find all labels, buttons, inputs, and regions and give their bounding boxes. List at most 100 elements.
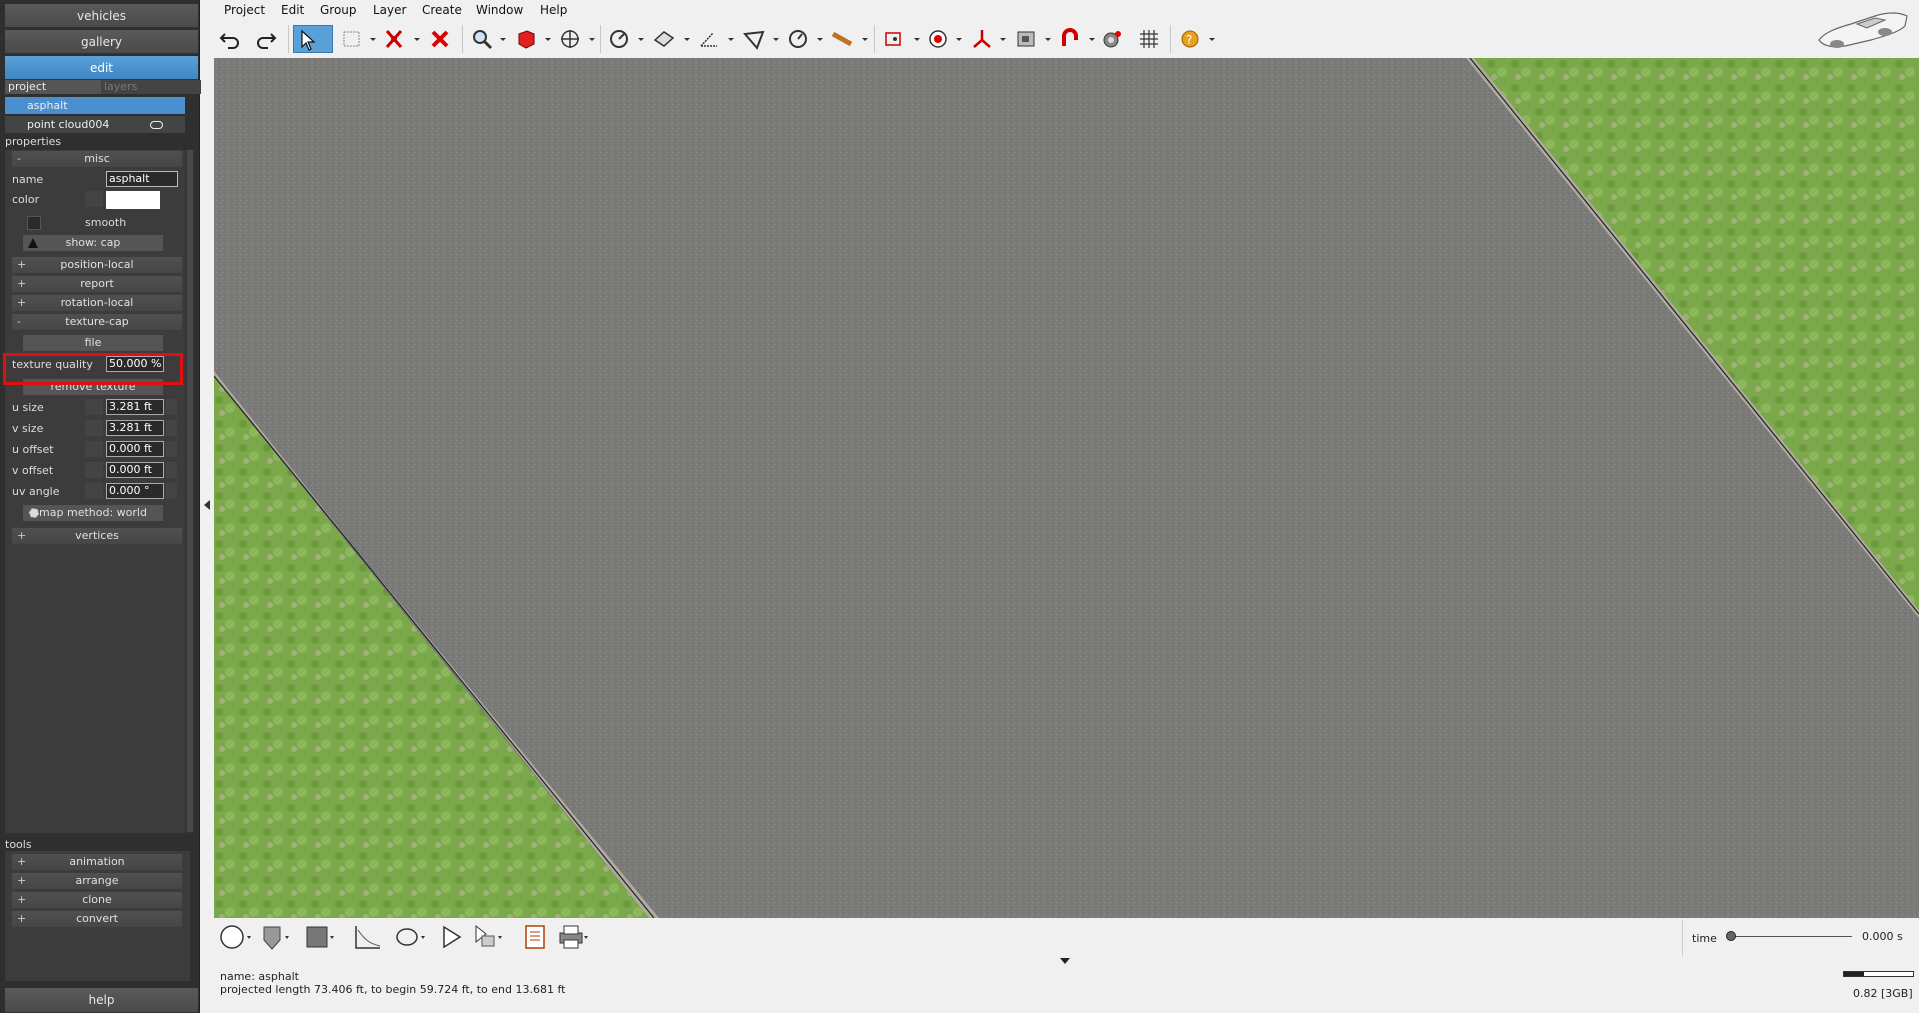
snap-tool-button[interactable] [1056,25,1086,53]
uv-angle-spin[interactable] [85,483,103,499]
dropdown-arrow-icon[interactable] [1209,38,1215,41]
play-options-button[interactable] [472,922,508,952]
menu-help[interactable]: Help [540,3,567,17]
redo-button[interactable] [252,25,282,53]
split-tool-button[interactable] [380,25,410,53]
3d-viewport[interactable] [214,58,1919,918]
record-tool-button[interactable] [924,25,954,53]
layer-item-point-cloud[interactable]: point cloud004 [5,116,185,133]
v-size-field[interactable]: 3.281 ft [106,420,164,436]
time-slider-track[interactable] [1732,936,1852,937]
tool-clone[interactable]: + clone [12,892,182,908]
section-report[interactable]: + report [12,276,182,292]
color-swatch[interactable] [106,191,160,209]
dropdown-arrow-icon[interactable] [589,38,595,41]
section-vertices[interactable]: + vertices [12,528,182,544]
eye-icon[interactable] [150,121,163,129]
angle-tool-button[interactable] [695,25,725,53]
u-offset-spin[interactable] [85,441,103,457]
menu-edit[interactable]: Edit [281,3,304,17]
section-rotation-local[interactable]: + rotation-local [12,295,182,311]
section-texture-cap[interactable]: - texture-cap [12,314,182,330]
tape-tool-button[interactable] [828,25,858,53]
scene-canvas[interactable] [214,58,1919,918]
collapse-panel-arrow-icon[interactable] [204,500,210,510]
menu-project[interactable]: Project [224,3,265,17]
play-button[interactable] [436,922,472,952]
u-size-spin[interactable] [85,399,103,415]
sphere-tool-button[interactable] [216,922,252,952]
map-method-button[interactable]: map method: world [23,505,163,521]
tool-convert[interactable]: + convert [12,911,182,927]
menu-window[interactable]: Window [476,3,523,17]
v-offset-field[interactable]: 0.000 ft [106,462,164,478]
camera-tool-button[interactable] [880,25,910,53]
tool-animation[interactable]: + animation [12,854,182,870]
dropdown-arrow-icon[interactable] [500,38,506,41]
uv-angle-field[interactable]: 0.000 ° [106,483,164,499]
print-button[interactable] [554,922,590,952]
shield-tool-button[interactable] [258,922,294,952]
smooth-checkbox[interactable] [27,216,41,230]
dropdown-arrow-icon[interactable] [414,38,420,41]
path-tool-button[interactable] [392,922,428,952]
measure-tool-button[interactable] [605,25,635,53]
name-field[interactable]: asphalt [106,171,178,187]
report-button[interactable] [520,922,556,952]
menu-group[interactable]: Group [320,3,357,17]
expand-down-arrow-icon[interactable] [1060,958,1070,964]
dropdown-arrow-icon[interactable] [728,38,734,41]
dropdown-arrow-icon[interactable] [638,38,644,41]
zoom-tool-button[interactable] [468,25,498,53]
dropdown-arrow-icon[interactable] [914,38,920,41]
select-tool-button[interactable] [293,25,333,53]
solid-tool-button[interactable] [512,25,542,53]
show-cap-button[interactable]: show: cap [23,235,163,251]
uv-angle-spin-right[interactable] [166,483,177,499]
tool-arrange[interactable]: + arrange [12,873,182,889]
marquee-tool-button[interactable] [338,25,368,53]
texture-tool-button[interactable] [1012,25,1042,53]
fill-tool-button[interactable] [302,922,338,952]
properties-scrollbar-thumb[interactable] [187,150,193,832]
menu-layer[interactable]: Layer [373,3,406,17]
file-button[interactable]: file [23,335,163,351]
undo-button[interactable] [216,25,246,53]
move-tool-button[interactable] [556,25,586,53]
tab-project[interactable]: project [5,80,103,94]
dropdown-arrow-icon[interactable] [1089,38,1095,41]
dropdown-arrow-icon[interactable] [817,38,823,41]
vehicles-button[interactable]: vehicles [5,4,198,28]
v-offset-spin[interactable] [85,462,103,478]
polygon-tool-button[interactable] [740,25,770,53]
dropdown-arrow-icon[interactable] [684,38,690,41]
u-size-spin-right[interactable] [166,399,177,415]
time-slider-knob[interactable] [1726,931,1736,941]
graph-tool-button[interactable] [352,922,388,952]
tab-layers[interactable]: layers [101,80,201,94]
menu-create[interactable]: Create [422,3,462,17]
v-size-spin-right[interactable] [166,420,177,436]
dropdown-arrow-icon[interactable] [545,38,551,41]
gallery-button[interactable]: gallery [5,30,198,54]
dropdown-arrow-icon[interactable] [370,38,376,41]
gauge-tool-button[interactable] [784,25,814,53]
u-offset-spin-right[interactable] [166,441,177,457]
delete-button[interactable] [426,25,456,53]
axis-tool-button[interactable] [968,25,998,53]
grid-button[interactable] [1135,25,1165,53]
dropdown-arrow-icon[interactable] [1045,38,1051,41]
dropdown-arrow-icon[interactable] [1000,38,1006,41]
dropdown-arrow-icon[interactable] [862,38,868,41]
v-size-spin[interactable] [85,420,103,436]
dropdown-arrow-icon[interactable] [956,38,962,41]
edit-button[interactable]: edit [5,56,198,80]
surface-tool-button[interactable] [650,25,680,53]
u-size-field[interactable]: 3.281 ft [106,399,164,415]
dropdown-arrow-icon[interactable] [773,38,779,41]
v-offset-spin-right[interactable] [166,462,177,478]
help-button[interactable]: help [5,988,198,1012]
section-misc[interactable]: - misc [12,151,182,167]
layer-item-asphalt[interactable]: asphalt [5,97,185,114]
settings-button[interactable] [1098,25,1128,53]
